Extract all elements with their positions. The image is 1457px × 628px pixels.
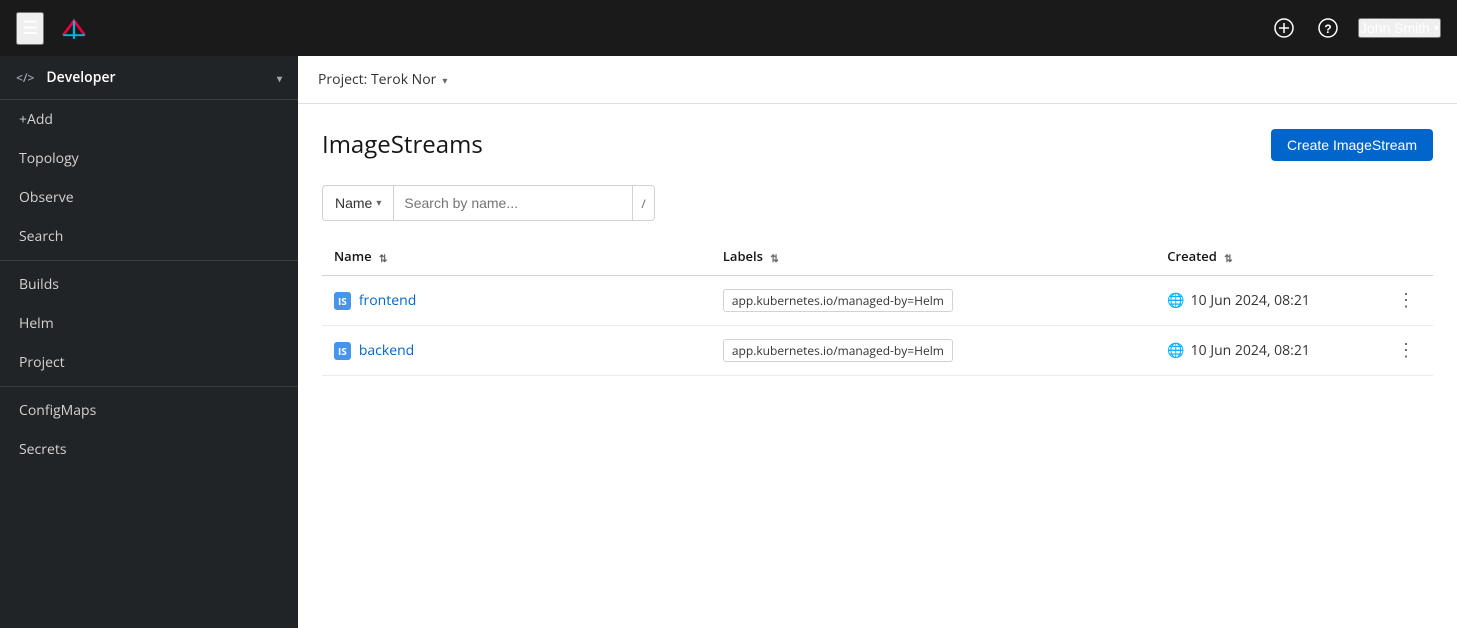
filter-name-label: Name (335, 195, 372, 211)
filter-name-chevron-icon: ▾ (376, 198, 381, 209)
sidebar-item-configmaps[interactable]: ConfigMaps (0, 391, 298, 430)
project-selector[interactable]: Project: Terok Nor ▾ (318, 70, 447, 89)
row-kebab-menu-button[interactable]: ⋮ (1391, 338, 1421, 363)
created-date: 10 Jun 2024, 08:21 (1191, 291, 1310, 310)
is-badge: IS (334, 292, 351, 310)
search-input[interactable] (393, 185, 633, 221)
user-name-label: John Smith (1360, 20, 1430, 36)
sort-labels-icon: ⇅ (770, 251, 778, 265)
sidebar-item-helm[interactable]: Helm (0, 304, 298, 343)
column-header-labels[interactable]: Labels ⇅ (711, 237, 1155, 276)
is-badge: IS (334, 342, 351, 360)
column-created-label: Created (1167, 247, 1217, 265)
svg-text:?: ? (1324, 22, 1331, 36)
page-header: ImageStreams Create ImageStream (322, 128, 1433, 161)
name-cell: IS backend (322, 326, 711, 376)
labels-cell: app.kubernetes.io/managed-by=Helm (711, 326, 1155, 376)
user-menu-button[interactable]: John Smith ▾ (1358, 18, 1441, 38)
sidebar-item-observe[interactable]: Observe (0, 178, 298, 217)
globe-icon: 🌐 (1167, 341, 1184, 360)
name-link[interactable]: frontend (359, 291, 416, 310)
table-row: IS frontend app.kubernetes.io/managed-by… (322, 276, 1433, 326)
row-actions-cell: ⋮ (1377, 326, 1433, 376)
column-header-actions (1377, 237, 1433, 276)
column-labels-label: Labels (723, 247, 763, 265)
label-badge[interactable]: app.kubernetes.io/managed-by=Helm (723, 339, 953, 362)
sidebar-divider-1 (0, 260, 298, 261)
labels-cell: app.kubernetes.io/managed-by=Helm (711, 276, 1155, 326)
content-area: Project: Terok Nor ▾ ImageStreams Create… (298, 56, 1457, 628)
topbar-actions: ? John Smith ▾ (1270, 14, 1441, 42)
name-cell: IS frontend (322, 276, 711, 326)
sidebar: </> Developer ▾ +Add Topology Observe Se… (0, 56, 298, 628)
imagestreams-table: Name ⇅ Labels ⇅ Created ⇅ (322, 237, 1433, 376)
sidebar-divider-2 (0, 386, 298, 387)
created-cell: 🌐 10 Jun 2024, 08:21 (1155, 276, 1377, 326)
page-title: ImageStreams (322, 128, 483, 161)
sort-created-icon: ⇅ (1224, 251, 1232, 265)
filter-name-button[interactable]: Name ▾ (322, 185, 393, 221)
created-date: 10 Jun 2024, 08:21 (1191, 341, 1310, 360)
sidebar-item-secrets[interactable]: Secrets (0, 430, 298, 469)
row-actions-cell: ⋮ (1377, 276, 1433, 326)
sort-name-icon: ⇅ (379, 251, 387, 265)
project-label: Project: Terok Nor (318, 70, 436, 89)
app-logo (56, 10, 92, 46)
project-bar: Project: Terok Nor ▾ (298, 56, 1457, 104)
plus-circle-icon (1274, 18, 1294, 38)
column-header-name[interactable]: Name ⇅ (322, 237, 711, 276)
add-icon-button[interactable] (1270, 14, 1298, 42)
hamburger-menu-button[interactable]: ☰ (16, 12, 44, 45)
column-header-created[interactable]: Created ⇅ (1155, 237, 1377, 276)
filter-slash-indicator: / (633, 185, 654, 221)
table-header-row: Name ⇅ Labels ⇅ Created ⇅ (322, 237, 1433, 276)
created-cell: 🌐 10 Jun 2024, 08:21 (1155, 326, 1377, 376)
sidebar-section-chevron-icon: ▾ (277, 71, 282, 85)
developer-icon: </> (16, 69, 34, 86)
help-icon-button[interactable]: ? (1314, 14, 1342, 42)
globe-icon: 🌐 (1167, 291, 1184, 310)
column-name-label: Name (334, 247, 372, 265)
project-chevron-icon: ▾ (442, 73, 447, 87)
label-badge[interactable]: app.kubernetes.io/managed-by=Helm (723, 289, 953, 312)
sidebar-item-add[interactable]: +Add (0, 100, 298, 139)
csc-logo-icon (56, 10, 92, 46)
row-kebab-menu-button[interactable]: ⋮ (1391, 288, 1421, 313)
table-row: IS backend app.kubernetes.io/managed-by=… (322, 326, 1433, 376)
sidebar-section-header[interactable]: </> Developer ▾ (0, 56, 298, 100)
filter-bar: Name ▾ / (322, 185, 1433, 221)
topbar: ☰ ? John Smith ▾ (0, 0, 1457, 56)
page-content: ImageStreams Create ImageStream Name ▾ /… (298, 104, 1457, 628)
create-imagestream-button[interactable]: Create ImageStream (1271, 129, 1433, 161)
user-chevron-icon: ▾ (1434, 23, 1439, 34)
sidebar-item-search[interactable]: Search (0, 217, 298, 256)
question-icon: ? (1318, 18, 1338, 38)
main-layout: </> Developer ▾ +Add Topology Observe Se… (0, 56, 1457, 628)
sidebar-item-topology[interactable]: Topology (0, 139, 298, 178)
sidebar-item-project[interactable]: Project (0, 343, 298, 382)
sidebar-section-label: Developer (46, 68, 115, 87)
sidebar-item-builds[interactable]: Builds (0, 265, 298, 304)
name-link[interactable]: backend (359, 341, 414, 360)
